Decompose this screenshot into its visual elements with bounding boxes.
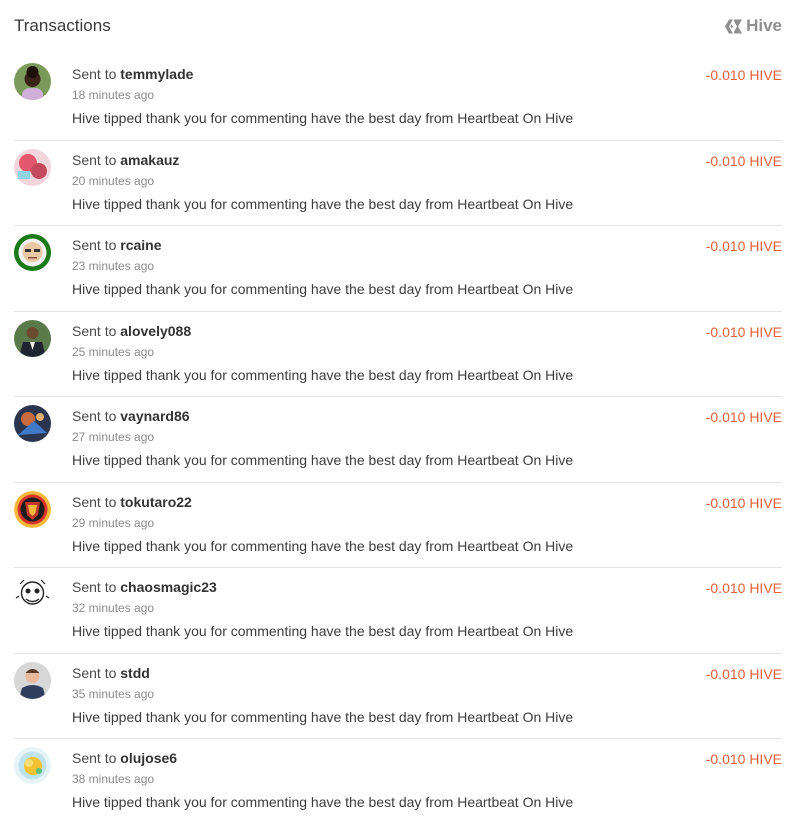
transaction-title: Sent to rcaine [72,237,162,253]
recipient-username[interactable]: amakauz [120,152,179,168]
sent-prefix: Sent to [72,664,117,681]
transaction-memo: Hive tipped thank you for commenting hav… [72,708,574,725]
sent-prefix: Sent to [72,66,117,82]
sent-prefix: Sent to [72,322,117,339]
transaction-time: 29 minutes ago [72,515,155,530]
recipient-username[interactable]: olujose6 [120,750,177,766]
transaction-row[interactable]: Sent to olujose6 38 minutes ago Hive tip… [14,739,782,825]
pink-abstract-icon[interactable] [14,148,51,186]
brand-name: Hive [746,16,782,35]
transaction-amount: -0.010 HIVE [705,409,782,425]
transaction-memo: Hive tipped thank you for commenting hav… [72,623,574,639]
fantasy-art-icon[interactable] [14,405,51,442]
sent-prefix: Sent to [72,237,117,253]
transaction-row[interactable]: Sent to rcaine 23 minutes ago Hive tippe… [14,226,782,312]
transaction-time: 35 minutes ago [72,686,155,701]
transaction-time: 18 minutes ago [72,88,155,102]
transaction-title: Sent to olujose6 [72,750,177,766]
transaction-time: 20 minutes ago [72,173,155,188]
transaction-memo: Hive tipped thank you for commenting hav… [72,537,574,554]
transaction-title: Sent to alovely088 [72,323,191,339]
sent-prefix: Sent to [72,408,117,424]
transaction-amount: -0.010 HIVE [705,238,782,254]
transaction-title: Sent to vaynard86 [72,408,190,424]
transaction-amount: -0.010 HIVE [705,152,782,169]
transaction-amount: -0.010 HIVE [705,494,782,511]
transaction-title: Sent to tokutaro22 [72,494,192,510]
transaction-title: Sent to stdd [72,665,150,681]
transaction-memo: Hive tipped thank you for commenting hav… [72,366,574,383]
transaction-time: 32 minutes ago [72,601,155,615]
hive-logo-icon [724,18,743,35]
transaction-memo: Hive tipped thank you for commenting hav… [72,794,574,810]
transaction-row[interactable]: Sent to vaynard86 27 minutes ago Hive ti… [14,397,782,483]
transaction-memo: Hive tipped thank you for commenting hav… [72,110,574,126]
transaction-amount: -0.010 HIVE [705,751,782,767]
transaction-memo: Hive tipped thank you for commenting hav… [72,195,574,212]
transaction-row[interactable]: Sent to tokutaro22 29 minutes ago Hive t… [14,483,782,568]
person-photo-icon[interactable] [14,661,51,699]
sent-prefix: Sent to [72,579,117,595]
transaction-memo: Hive tipped thank you for commenting hav… [72,452,574,468]
hive-brand: Hive [724,16,782,36]
recipient-username[interactable]: alovely088 [120,323,191,339]
transaction-row[interactable]: Sent to alovely088 25 minutes ago Hive t… [14,312,782,397]
transaction-title: Sent to amakauz [72,152,179,168]
recipient-username[interactable]: chaosmagic23 [120,579,217,595]
sent-prefix: Sent to [72,151,117,168]
transaction-amount: -0.010 HIVE [705,580,782,596]
recipient-username[interactable]: temmylade [120,66,193,82]
transaction-time: 23 minutes ago [72,259,155,273]
transaction-list: Sent to temmylade 18 minutes ago Hive ti… [14,55,782,825]
transactions-header: Transactions Hive [14,14,782,40]
yellow-blob-icon[interactable] [14,747,51,784]
emblem-badge-icon[interactable] [14,490,51,528]
transaction-row[interactable]: Sent to amakauz 20 minutes ago Hive tipp… [14,141,782,226]
sent-prefix: Sent to [72,750,117,766]
page-title: Transactions [14,16,111,35]
recipient-username[interactable]: vaynard86 [120,408,189,424]
transaction-amount: -0.010 HIVE [705,323,782,340]
recipient-username[interactable]: tokutaro22 [120,494,192,510]
person-suit-icon[interactable] [14,319,51,357]
cartoon-face-icon[interactable] [14,234,51,271]
transaction-time: 25 minutes ago [72,344,155,359]
transaction-row[interactable]: Sent to stdd 35 minutes ago Hive tipped … [14,654,782,739]
transaction-row[interactable]: Sent to temmylade 18 minutes ago Hive ti… [14,55,782,141]
sent-prefix: Sent to [72,493,117,510]
transaction-amount: -0.010 HIVE [705,67,782,83]
transaction-row[interactable]: Sent to chaosmagic23 32 minutes ago Hive… [14,568,782,654]
sketch-face-icon[interactable] [14,576,51,613]
recipient-username[interactable]: rcaine [120,237,161,253]
transaction-title: Sent to temmylade [72,66,193,82]
transaction-time: 27 minutes ago [72,430,155,444]
transaction-time: 38 minutes ago [72,772,155,786]
person-portrait-icon[interactable] [14,63,51,100]
transaction-amount: -0.010 HIVE [705,665,782,682]
recipient-username[interactable]: stdd [120,665,150,681]
transaction-memo: Hive tipped thank you for commenting hav… [72,281,574,297]
transaction-title: Sent to chaosmagic23 [72,579,217,595]
